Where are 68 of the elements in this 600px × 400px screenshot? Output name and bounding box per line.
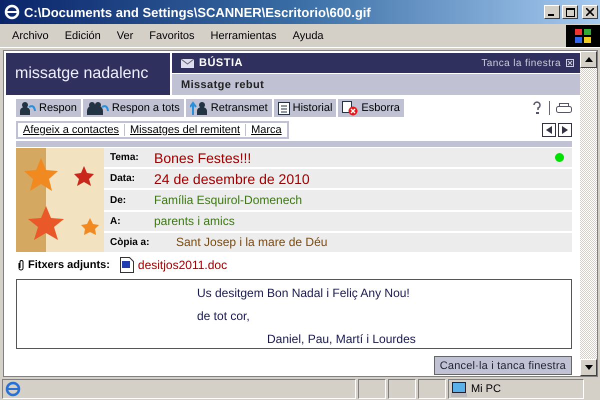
- paperclip-icon: [18, 260, 24, 270]
- status-panel: [418, 379, 446, 399]
- delete-icon: [342, 100, 358, 116]
- menu-item[interactable]: Edición: [56, 30, 109, 42]
- field-value: Bones Festes!!!: [154, 150, 252, 166]
- message-line: Daniel, Pau, Martí i Lourdes: [266, 332, 417, 346]
- maximize-icon: [566, 8, 574, 16]
- vertical-scrollbar[interactable]: [580, 51, 597, 376]
- menu-item[interactable]: Ayuda: [284, 30, 332, 42]
- toolbar-button[interactable]: Esborra: [338, 99, 404, 117]
- attachments-label: Fitxers adjunts:: [28, 259, 110, 271]
- close-button[interactable]: [582, 5, 598, 19]
- action-link[interactable]: Afegeix a contactes: [18, 124, 124, 136]
- close-window-link[interactable]: Tanca la finestra: [481, 58, 561, 68]
- next-button[interactable]: [558, 123, 572, 137]
- attachment-link[interactable]: desitjos2011.doc: [138, 258, 228, 272]
- message-line: Us desitgem Bon Nadal i Feliç Any Nou!: [197, 286, 411, 300]
- cancel-button[interactable]: Cancel·la i tanca finestra: [434, 356, 572, 375]
- field-label: A:: [110, 216, 122, 227]
- menu-item[interactable]: Herramientas: [202, 30, 285, 42]
- action-link[interactable]: Missatges del remitent: [124, 124, 246, 136]
- print-icon[interactable]: [556, 102, 572, 114]
- field-value: Sant Josep i la mare de Déu: [176, 235, 328, 250]
- menu-item[interactable]: Ver: [108, 30, 142, 42]
- up-arrow-icon: [584, 57, 592, 62]
- envelope-icon: [181, 58, 194, 68]
- toolbar-button[interactable]: Respon: [16, 99, 81, 117]
- word-document-icon: [120, 257, 134, 273]
- menu-item[interactable]: Archivo: [4, 30, 57, 42]
- previous-button[interactable]: [542, 123, 556, 137]
- field-label: Tema:: [110, 152, 140, 164]
- page-icon: [5, 381, 21, 397]
- status-panel: [388, 379, 416, 399]
- status-panel: [358, 379, 386, 399]
- person-arrow-icon: [20, 101, 36, 115]
- toolbar-button[interactable]: Respon a tots: [82, 99, 184, 117]
- field-value: 24 de desembre de 2010: [154, 170, 310, 187]
- brand-title: missatge nadalenc: [15, 65, 148, 83]
- message-line: de tot cor,: [197, 309, 251, 323]
- field-value: Família Esquirol-Domenech: [154, 193, 302, 207]
- windows-logo: [566, 24, 600, 46]
- scroll-down-button[interactable]: [580, 359, 597, 376]
- field-label: De:: [110, 194, 128, 206]
- minimize-button[interactable]: [544, 5, 560, 19]
- down-arrow-icon: [584, 365, 592, 370]
- menu-item[interactable]: Favoritos: [141, 30, 203, 42]
- person-arrow-icon: [190, 101, 208, 115]
- field-value: parents i amics: [154, 214, 235, 228]
- toolbar-button[interactable]: Retransmet: [186, 99, 272, 117]
- close-icon[interactable]: [566, 59, 574, 67]
- document-list-icon: [278, 101, 290, 115]
- field-label: Còpia a:: [110, 236, 150, 248]
- browser-icon: [4, 4, 20, 20]
- help-icon[interactable]: [531, 101, 543, 115]
- close-icon: [586, 8, 594, 16]
- computer-icon: [451, 382, 467, 396]
- field-label: Data:: [110, 173, 136, 184]
- section-title: BÚSTIA: [199, 57, 243, 69]
- people-arrow-icon: [86, 101, 109, 115]
- window-title: C:\Documents and Settings\SCANNER\Escritorio\600.gif: [24, 4, 371, 20]
- subtitle: Missatge rebut: [181, 78, 264, 90]
- scroll-up-button[interactable]: [580, 51, 597, 68]
- left-arrow-icon: [546, 126, 552, 134]
- toolbar-button[interactable]: Historial: [274, 99, 336, 117]
- zone-label: Mi PC: [471, 383, 501, 395]
- action-link[interactable]: Marca: [245, 124, 287, 136]
- right-arrow-icon: [562, 126, 568, 134]
- maximize-button[interactable]: [562, 5, 578, 19]
